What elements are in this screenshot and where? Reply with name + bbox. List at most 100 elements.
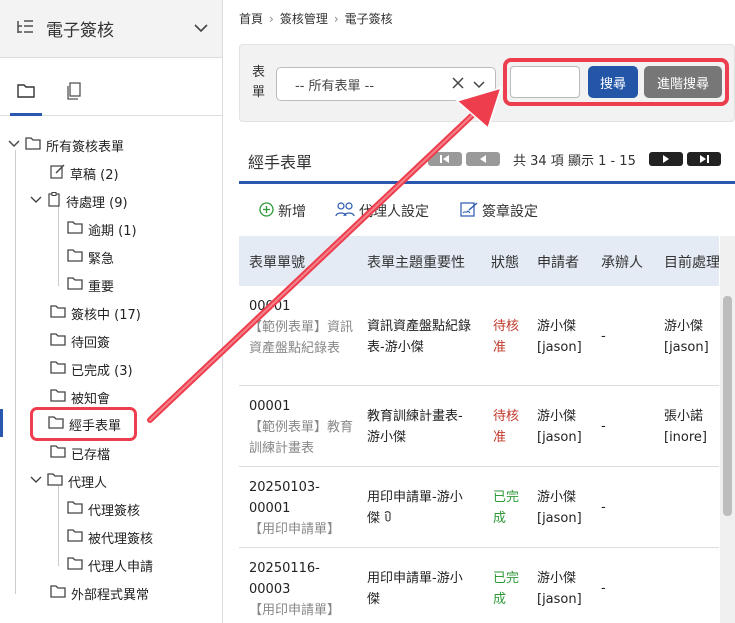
agent-settings-button[interactable]: 代理人設定 [335,201,429,221]
handler-cell: - [601,581,606,596]
copy-icon [66,82,82,108]
tree-node-agented-sign[interactable]: 被代理簽核 [67,525,153,549]
folder-icon [50,332,66,350]
tree-node-label: 被代理簽核 [88,531,154,547]
table-row[interactable]: 00001 【範例表單】資訊資產盤點紀錄表 資訊資產盤點紀錄表-游小傑 待核准 … [239,286,719,386]
stamp-settings-button[interactable]: 簽章設定 [460,201,538,221]
form-select[interactable]: -- 所有表單 -- [276,67,496,101]
tree-node-agent-sign[interactable]: 代理簽核 [67,497,140,521]
tree-node-label: 已完成 (3) [71,363,133,379]
column-header[interactable]: 表單主題重要性 [367,252,465,272]
column-header[interactable]: 表單單號 [249,252,305,272]
folder-icon [25,136,41,154]
tree-node-label: 待處理 (9) [66,195,128,211]
tree-node-agent[interactable]: 代理人 [30,469,107,493]
pager-last-button[interactable] [687,150,721,168]
tab-documents[interactable] [62,82,86,108]
tree-node-pending[interactable]: 待處理 (9) [30,189,128,213]
breadcrumb-sign-management[interactable]: 簽核管理 [280,10,328,27]
breadcrumb-current: 電子簽核 [344,12,393,26]
tree-node-label: 所有簽核表單 [46,139,125,155]
applicant-cell: 游小傑 [jason] [537,319,582,355]
column-header[interactable]: 承辦人 [601,252,643,272]
applicant-cell: 游小傑 [jason] [537,571,582,607]
scrollbar-thumb[interactable] [723,296,732,516]
folder-icon [50,304,66,322]
status-cell: 待核准 [493,319,520,355]
tree-node-handled[interactable]: 經手表單 [29,407,138,441]
tree-node-archived[interactable]: 已存檔 [50,441,110,465]
folder-icon [50,388,66,406]
title-divider [239,181,735,184]
subject-cell[interactable]: 教育訓練計畫表-游小傑 [367,406,472,448]
column-header[interactable]: 狀態 [491,252,519,272]
tree-node-urgent[interactable]: 緊急 [67,245,114,269]
subject-cell[interactable]: 資訊資產盤點紀錄表-游小傑 [367,316,472,358]
tree-node-important[interactable]: 重要 [67,273,114,297]
form-number-cell: 00001 【範例表單】資訊資產盤點紀錄表 [249,299,354,356]
plus-circle-icon [259,201,274,221]
sidebar-title: 電子簽核 [46,21,114,41]
scrollbar[interactable] [720,236,735,623]
status-cell: 待核准 [493,409,520,445]
applicant-cell: 游小傑 [jason] [537,490,582,526]
form-select-value: -- 所有表單 -- [295,78,375,94]
tree-node-root[interactable]: 所有簽核表單 [8,133,124,157]
tree-node-label: 已存檔 [71,447,111,463]
list-title: 經手表單 [248,153,313,172]
pager-first-button[interactable] [428,150,462,168]
current-handler-cell: 張小諾 [inore] [664,409,708,445]
current-handler-cell: 游小傑 [jason] [664,319,709,355]
chevron-down-icon[interactable] [473,79,485,94]
subject-cell[interactable]: 用印申請單-游小傑 [367,487,475,529]
folder-icon [48,415,64,433]
tree-node-label: 代理人 [68,475,108,491]
add-button[interactable]: 新增 [259,201,306,221]
tree-node-in-progress[interactable]: 簽核中 (17) [50,301,141,325]
status-cell: 已完成 [493,571,520,607]
tree-node-to-return[interactable]: 待回簽 [50,329,110,353]
pager-prev-button[interactable] [466,150,500,168]
folder-icon [67,556,83,574]
tree-node-label: 草稿 (2) [70,167,119,183]
tree-node-label: 代理人申請 [88,559,154,575]
sidebar-tabs [0,76,222,116]
form-number-cell: 20250116-00003 【用印申請單】 [249,561,341,618]
tree-node-label: 簽核中 (17) [71,307,141,323]
sidebar-header[interactable]: 電子簽核 [0,0,222,58]
folder-icon [47,472,63,490]
chevron-down-icon [8,138,20,153]
subject-cell[interactable]: 用印申請單-游小傑 [367,568,472,610]
folder-icon [50,584,66,602]
breadcrumb-home[interactable]: 首頁 [239,10,263,27]
tree-node-overdue[interactable]: 逾期 (1) [67,217,137,241]
tree-node-notified[interactable]: 被知會 [50,385,110,409]
tree-node-draft[interactable]: 草稿 (2) [50,161,119,185]
tree-node-external-error[interactable]: 外部程式異常 [50,581,149,605]
tree-node-label: 經手表單 [69,418,122,434]
highlight-box [503,58,729,106]
tree-node-label: 重要 [88,279,115,295]
folder-icon [17,82,35,108]
folder-icon [67,248,83,266]
chevron-down-icon[interactable] [194,22,208,37]
folder-icon [67,500,83,518]
clipboard-icon [47,191,61,211]
folder-icon [67,528,83,546]
tree-menu-icon [16,19,34,39]
table-row[interactable]: 20250103-00001 【用印申請單】 用印申請單-游小傑 已完成 游小傑… [239,467,719,548]
paperclip-icon [384,511,392,526]
column-header[interactable]: 目前處理 [664,252,719,272]
tree-node-label: 緊急 [88,251,115,267]
tab-folders[interactable] [10,82,42,116]
handler-cell: - [601,500,606,515]
pager-next-button[interactable] [649,150,683,168]
table-row[interactable]: 00001 【範例表單】教育訓練計畫表 教育訓練計畫表-游小傑 待核准 游小傑 … [239,386,719,467]
applicant-cell: 游小傑 [jason] [537,409,582,445]
main-content: 首頁 › 簽核管理 › 電子簽核 表單 -- 所有表單 -- 搜尋 進階搜尋 經… [223,0,735,623]
tree-node-agent-apply[interactable]: 代理人申請 [67,553,153,577]
tree-node-completed[interactable]: 已完成 (3) [50,357,133,381]
clear-icon[interactable] [451,76,465,94]
column-header[interactable]: 申請者 [537,252,579,272]
table-row[interactable]: 20250116-00003 【用印申請單】 用印申請單-游小傑 已完成 游小傑… [239,548,719,623]
